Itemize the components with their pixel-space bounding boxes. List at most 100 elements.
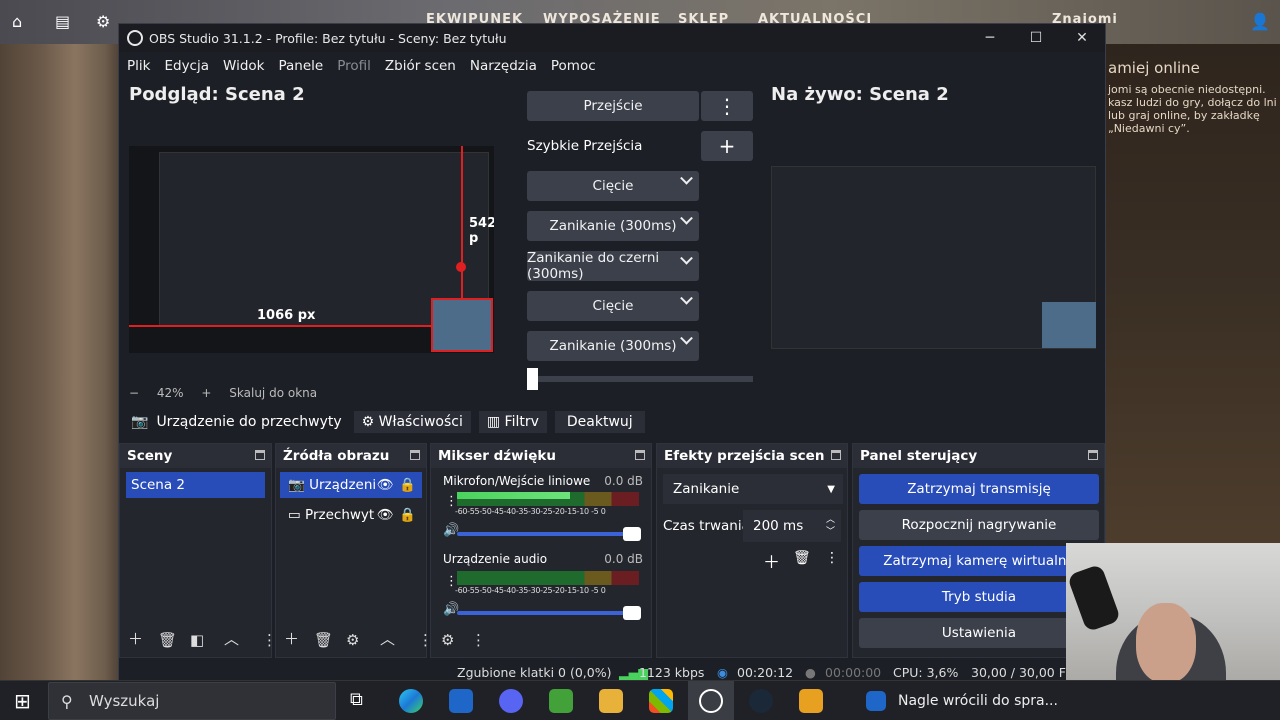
- remove-transition-icon[interactable]: 🗑: [793, 550, 811, 566]
- add-transition-icon[interactable]: ＋: [763, 548, 780, 573]
- move-up-icon[interactable]: ︿: [224, 628, 239, 649]
- start-recording-button[interactable]: Rozpocznij nagrywanie: [859, 510, 1099, 540]
- volume-meter: [457, 492, 639, 506]
- move-source-up-icon[interactable]: ︿: [380, 628, 395, 649]
- scenes-title: Sceny: [127, 448, 173, 464]
- minecraft-icon[interactable]: [549, 689, 573, 713]
- friends-title: amiej online: [1108, 59, 1200, 77]
- tbar-track[interactable]: [527, 376, 753, 382]
- maximize-button[interactable]: ☐: [1013, 24, 1059, 52]
- studio-mode-button[interactable]: Tryb studia: [859, 582, 1099, 612]
- settings-button[interactable]: Ustawienia: [859, 618, 1099, 648]
- scene-filters-icon[interactable]: ◧: [190, 631, 204, 649]
- sources-title: Źródła obrazu: [283, 448, 390, 464]
- outlook-window-icon[interactable]: [866, 691, 886, 711]
- discord-icon[interactable]: [499, 689, 523, 713]
- add-friend-icon[interactable]: 👤: [1250, 12, 1270, 31]
- edge-icon[interactable]: [399, 689, 423, 713]
- title-bar: OBS Studio 31.1.2 - Profile: Bez tytułu …: [119, 24, 1105, 52]
- lock-icon: 🔒: [399, 507, 416, 523]
- scenes-dock: Sceny Scena 2 ＋ 🗑 ◧ ︿ ⋮: [119, 443, 277, 658]
- cpu-usage: CPU: 3,6%: [893, 665, 959, 680]
- steam-icon[interactable]: [749, 689, 773, 713]
- menu-edycja[interactable]: Edycja: [164, 58, 209, 74]
- menu-plik[interactable]: Plik: [127, 58, 150, 74]
- inventory-icon[interactable]: ▤: [55, 12, 70, 31]
- transition-type-select[interactable]: Zanikanie ▼: [663, 474, 843, 504]
- add-scene-icon[interactable]: ＋: [128, 628, 143, 649]
- zoom-out-button[interactable]: −: [129, 386, 139, 400]
- undock-icon: [255, 450, 265, 460]
- duration-input[interactable]: 200 ms ︿ ﹀: [743, 510, 841, 542]
- minimize-button[interactable]: ─: [967, 24, 1013, 52]
- fit-mode[interactable]: Skaluj do okna: [229, 386, 317, 400]
- remove-scene-icon[interactable]: 🗑: [158, 631, 177, 649]
- volume-slider[interactable]: [457, 606, 641, 620]
- transition-menu-icon[interactable]: ⋮: [701, 91, 753, 121]
- source-item[interactable]: 📷 Urządzeni 👁 🔒: [280, 472, 422, 498]
- file-explorer-icon[interactable]: [599, 689, 623, 713]
- height-readout: 542 p: [469, 216, 494, 246]
- channel-name: Urządzenie audio: [443, 552, 548, 566]
- menu-bar: Plik Edycja Widok Panele Profil Zbiór sc…: [119, 52, 1105, 79]
- mixer-menu-icon[interactable]: ⋮: [471, 631, 486, 649]
- rotation-handle[interactable]: [456, 262, 466, 272]
- speaker-icon[interactable]: 🔊: [443, 602, 459, 617]
- preview-title: Podgląd: Scena 2: [129, 84, 305, 105]
- add-source-icon[interactable]: ＋: [284, 628, 299, 649]
- dropped-frames: Zgubione klatki 0 (0,0%): [457, 665, 612, 680]
- record-time: 00:00:00: [825, 665, 882, 680]
- scene-item[interactable]: Scena 2: [126, 472, 265, 498]
- stream-icon: ◉: [717, 665, 728, 680]
- windows-start-icon[interactable]: ⊞: [14, 689, 31, 713]
- remove-source-icon[interactable]: 🗑: [314, 631, 333, 649]
- obs-logo-icon: [127, 30, 143, 46]
- transition-menu-dots[interactable]: ⋮: [825, 550, 839, 566]
- transition-effects-title: Efekty przejścia scen: [664, 448, 825, 464]
- quick-transition-2[interactable]: Zanikanie (300ms): [527, 211, 699, 241]
- channel-db: 0.0 dB: [604, 552, 643, 566]
- gear-icon[interactable]: ⚙: [96, 12, 110, 31]
- zoom-level: 42%: [156, 386, 184, 400]
- preview-canvas[interactable]: 542 p 1066 px: [129, 146, 494, 353]
- home-icon[interactable]: ⌂: [12, 12, 22, 31]
- deactivate-button[interactable]: Deaktwuj: [554, 411, 645, 433]
- filters-button[interactable]: ▥ Filtrv: [478, 411, 547, 433]
- menu-profil[interactable]: Profil: [337, 58, 371, 74]
- menu-widok[interactable]: Widok: [223, 58, 264, 74]
- menu-narzedzia[interactable]: Narzędzia: [470, 58, 537, 74]
- mixer-settings-icon[interactable]: ⚙: [441, 631, 454, 649]
- transition-button[interactable]: Przejście: [527, 91, 699, 121]
- quick-transition-3[interactable]: Zanikanie do czerni (300ms): [527, 250, 699, 282]
- volume-slider[interactable]: [457, 527, 641, 541]
- webcam-source-box[interactable]: [431, 298, 493, 352]
- menu-pomoc[interactable]: Pomoc: [551, 58, 596, 74]
- store-icon[interactable]: [649, 689, 673, 713]
- speaker-icon[interactable]: 🔊: [443, 523, 459, 538]
- taskbar-search[interactable]: ⚲ Wyszukaj: [48, 682, 336, 720]
- properties-button[interactable]: ⚙ Właściwości: [353, 411, 471, 433]
- menu-panele[interactable]: Panele: [278, 58, 323, 74]
- menu-zbior-scen[interactable]: Zbiór scen: [385, 58, 456, 74]
- stop-streaming-button[interactable]: Zatrzymaj transmisję: [859, 474, 1099, 504]
- quick-transition-1[interactable]: Cięcie: [527, 171, 699, 201]
- task-view-icon[interactable]: ⧉: [350, 689, 363, 710]
- taskbar-window-label[interactable]: Nagle wrócili do spra...: [898, 693, 1058, 709]
- source-item[interactable]: ▭ Przechwyt 👁 🔒: [280, 502, 422, 528]
- obs-taskbar-icon[interactable]: [699, 689, 723, 713]
- zoom-in-button[interactable]: +: [201, 386, 211, 400]
- friends-panel: amiej online jomi są obecnie niedostępni…: [1108, 59, 1278, 136]
- meter-ticks: -60-55-50-45-40-35-30-25-20-15-10 -5 0: [455, 586, 606, 595]
- counter-strike-icon[interactable]: [799, 689, 823, 713]
- selected-source: Urządzenie do przechwyty: [156, 414, 342, 430]
- quick-transition-4[interactable]: Cięcie: [527, 291, 699, 321]
- outlook-icon[interactable]: [449, 689, 473, 713]
- source-properties-icon[interactable]: ⚙: [346, 631, 359, 649]
- source-toolbar: 📷 Urządzenie do przechwyty ⚙ Właściwości…: [119, 403, 1105, 441]
- close-button[interactable]: ✕: [1059, 24, 1105, 52]
- stop-virtual-camera-button[interactable]: Zatrzymaj kamerę wirtualną: [859, 546, 1099, 576]
- quick-transition-5[interactable]: Zanikanie (300ms): [527, 331, 699, 361]
- tbar-handle[interactable]: [527, 368, 538, 390]
- add-quick-transition-button[interactable]: +: [701, 131, 753, 161]
- live-title: Na żywo: Scena 2: [771, 84, 949, 105]
